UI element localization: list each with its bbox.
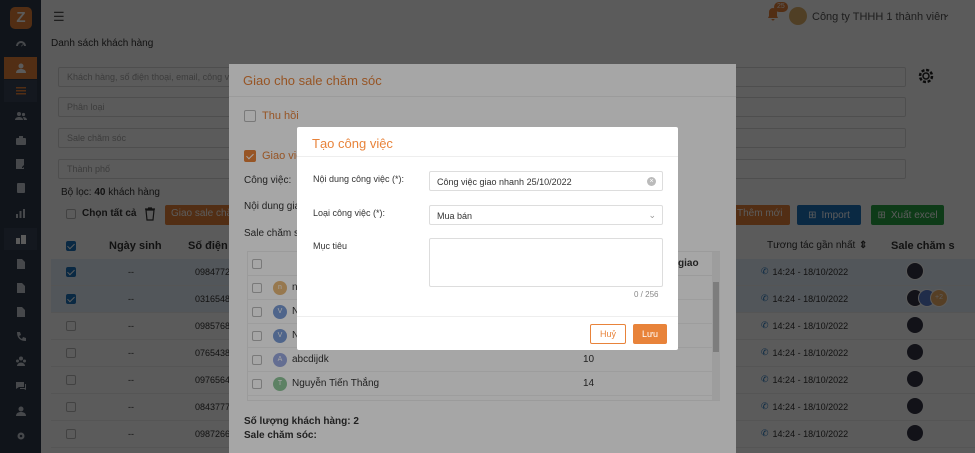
goal-label: Mục tiêu xyxy=(313,241,348,251)
save-button[interactable]: Lưu xyxy=(633,324,667,344)
content-label: Nội dung công việc (*): xyxy=(313,174,405,184)
task-modal: Tạo công việc Nội dung công việc (*): Cô… xyxy=(297,127,678,350)
goal-textarea[interactable] xyxy=(429,238,663,287)
cancel-button[interactable]: Huỷ xyxy=(590,324,626,344)
modal-footer xyxy=(297,316,678,317)
task-content-input[interactable]: Công việc giao nhanh 25/10/2022 × xyxy=(429,171,663,191)
type-label: Loại công việc (*): xyxy=(313,208,386,218)
task-type-select[interactable]: Mua bán ⌄ xyxy=(429,205,663,225)
task-modal-header: Tạo công việc xyxy=(297,127,678,157)
task-modal-title: Tạo công việc xyxy=(312,136,393,151)
char-counter: 0 / 256 xyxy=(634,290,659,299)
chevron-down-icon: ⌄ xyxy=(648,210,656,220)
clear-icon[interactable]: × xyxy=(647,177,656,186)
